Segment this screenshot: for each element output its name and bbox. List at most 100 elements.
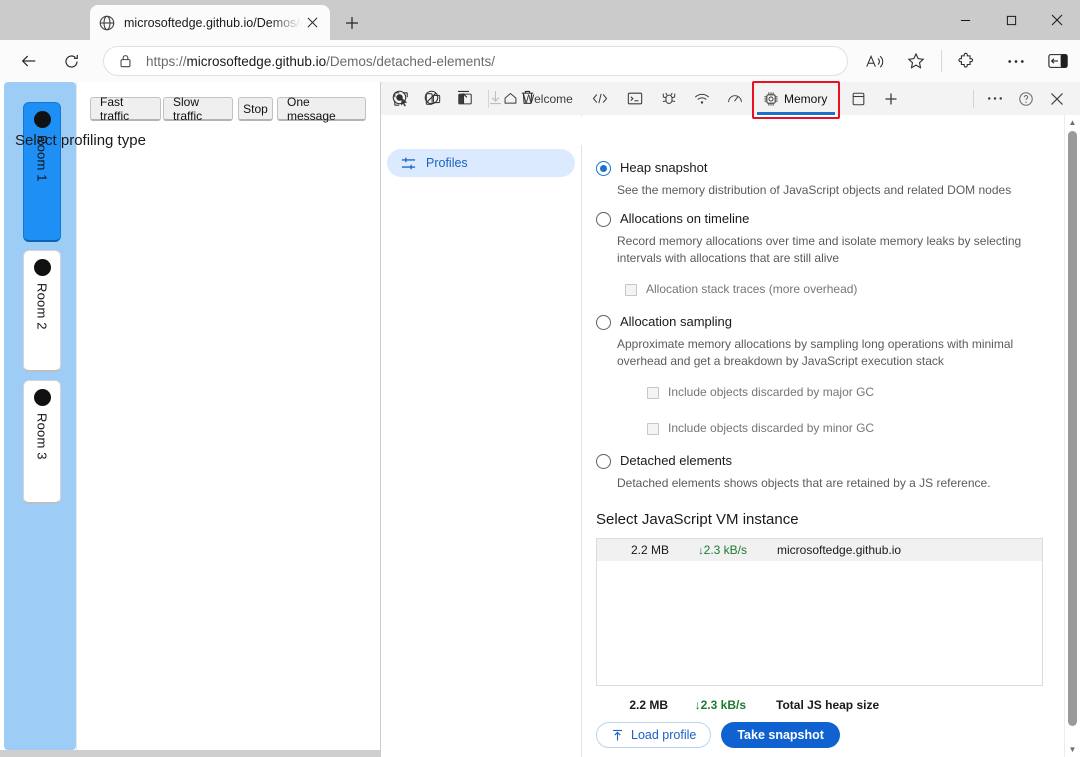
- load-profile-button[interactable]: Load profile: [596, 722, 711, 748]
- toolbar-divider: [941, 50, 942, 72]
- option-allocations-timeline-label: Allocations on timeline: [620, 211, 749, 226]
- gauge-icon: [727, 91, 743, 107]
- browser-tab[interactable]: microsoftedge.github.io/Demos/d: [90, 5, 330, 40]
- tab-memory-label: Memory: [784, 92, 827, 106]
- checkbox-allocation-stack-traces[interactable]: Allocation stack traces (more overhead): [625, 282, 857, 297]
- minimize-icon[interactable]: [942, 0, 988, 40]
- memory-chip-icon: [763, 91, 779, 107]
- radio-allocation-sampling[interactable]: [596, 315, 611, 330]
- radio-heap-snapshot[interactable]: [596, 161, 611, 176]
- page-viewport: Room 1 Room 2 Room 3 Fast traffic Slow t…: [0, 82, 380, 750]
- devtools-scrollbar[interactable]: ▲ ▼: [1064, 115, 1080, 757]
- room-item-3[interactable]: Room 3: [23, 380, 61, 504]
- checkbox-minor-gc-label: Include objects discarded by minor GC: [668, 421, 874, 436]
- load-profile-arrow-icon[interactable]: [451, 86, 475, 108]
- option-heap-snapshot-label: Heap snapshot: [620, 160, 707, 175]
- vm-transfer-rate-value: 2.3 kB/s: [704, 543, 747, 557]
- reload-icon[interactable]: [58, 48, 84, 74]
- console-terminal-icon: [627, 91, 643, 107]
- rooms-rail: Room 1 Room 2 Room 3: [4, 82, 76, 750]
- sidebar-item-profiles-label: Profiles: [426, 156, 468, 170]
- devtools-more-icon[interactable]: [983, 87, 1007, 110]
- add-tool-button[interactable]: [877, 82, 905, 115]
- summary-label: Total JS heap size: [776, 698, 879, 712]
- clear-icon[interactable]: [419, 86, 443, 108]
- puzzle-icon[interactable]: [953, 48, 979, 74]
- delete-trash-icon[interactable]: [515, 86, 539, 108]
- scrollbar-thumb[interactable]: [1068, 131, 1077, 726]
- maximize-icon[interactable]: [988, 0, 1034, 40]
- tab-sources[interactable]: [655, 82, 683, 115]
- read-aloud-icon[interactable]: [861, 48, 887, 74]
- new-tab-button[interactable]: [338, 10, 366, 36]
- tab-performance[interactable]: [721, 82, 749, 115]
- url-path: /Demos/detached-elements/: [326, 54, 495, 69]
- option-allocation-sampling-label: Allocation sampling: [620, 314, 732, 329]
- checkbox-box[interactable]: [625, 284, 637, 296]
- application-icon: [851, 91, 866, 107]
- plus-icon: [884, 91, 898, 107]
- radio-allocations-timeline[interactable]: [596, 212, 611, 227]
- star-icon[interactable]: [903, 48, 929, 74]
- code-brackets-icon: [592, 91, 608, 107]
- load-profile-label: Load profile: [631, 728, 696, 742]
- upload-arrow-icon: [611, 729, 624, 742]
- option-allocation-sampling-description: Approximate memory allocations by sampli…: [617, 336, 1027, 370]
- tab-application[interactable]: [844, 82, 872, 115]
- checkbox-box[interactable]: [647, 423, 659, 435]
- room-label: Room 2: [35, 283, 50, 330]
- checkbox-box[interactable]: [647, 387, 659, 399]
- room-item-2[interactable]: Room 2: [23, 250, 61, 372]
- url-host: microsoftedge.github.io: [187, 54, 327, 69]
- wifi-icon: [694, 91, 710, 107]
- tab-console[interactable]: [621, 82, 649, 115]
- browser-titlebar: microsoftedge.github.io/Demos/d: [0, 0, 1080, 40]
- lock-icon: [112, 54, 138, 68]
- vm-instance-list[interactable]: 2.2 MB ↓2.3 kB/s microsoftedge.github.io: [596, 538, 1043, 686]
- scroll-up-arrow-icon[interactable]: ▲: [1065, 115, 1080, 130]
- one-message-button[interactable]: One message: [277, 97, 366, 121]
- option-allocation-sampling[interactable]: Allocation sampling: [596, 314, 732, 330]
- option-detached-elements-label: Detached elements: [620, 453, 732, 468]
- sliders-icon: [400, 155, 416, 171]
- slow-traffic-button[interactable]: Slow traffic: [163, 97, 233, 121]
- help-icon[interactable]: [1014, 87, 1038, 110]
- take-snapshot-button[interactable]: Take snapshot: [721, 722, 840, 748]
- sidebar-toggle-icon[interactable]: [1045, 48, 1071, 74]
- window-controls: [942, 0, 1080, 40]
- fast-traffic-button[interactable]: Fast traffic: [90, 97, 161, 121]
- tab-close-icon[interactable]: [302, 13, 322, 33]
- checkbox-major-gc-label: Include objects discarded by major GC: [668, 385, 874, 400]
- vm-transfer-rate: ↓2.3 kB/s: [669, 543, 747, 557]
- sidebar-item-profiles[interactable]: Profiles: [387, 149, 575, 177]
- option-allocations-timeline[interactable]: Allocations on timeline: [596, 211, 749, 227]
- devtools-close-icon[interactable]: [1045, 87, 1069, 110]
- summary-transfer-rate-value: 2.3 kB/s: [701, 698, 746, 712]
- stop-button[interactable]: Stop: [238, 97, 273, 121]
- tab-title: microsoftedge.github.io/Demos/d: [124, 16, 302, 30]
- room-item-1[interactable]: Room 1: [23, 102, 61, 242]
- radio-detached-elements[interactable]: [596, 454, 611, 469]
- tab-memory[interactable]: Memory: [755, 82, 837, 115]
- ellipsis-icon[interactable]: [1003, 48, 1029, 74]
- summary-heap-size: 2.2 MB: [596, 698, 668, 712]
- room-avatar-dot: [34, 111, 51, 128]
- vm-host-name: microsoftedge.github.io: [777, 543, 901, 557]
- option-heap-snapshot-description: See the memory distribution of JavaScrip…: [617, 182, 1047, 199]
- tab-elements[interactable]: [586, 82, 614, 115]
- close-icon[interactable]: [1034, 0, 1080, 40]
- scroll-down-arrow-icon[interactable]: ▼: [1065, 742, 1080, 757]
- url-text: https://microsoftedge.github.io/Demos/de…: [146, 54, 495, 69]
- record-icon[interactable]: [387, 86, 411, 108]
- option-heap-snapshot[interactable]: Heap snapshot: [596, 160, 707, 176]
- checkbox-major-gc[interactable]: Include objects discarded by major GC: [647, 385, 874, 400]
- vm-instance-row[interactable]: 2.2 MB ↓2.3 kB/s microsoftedge.github.io: [597, 539, 1042, 561]
- memory-action-buttons: Load profile Take snapshot: [596, 722, 840, 748]
- checkbox-minor-gc[interactable]: Include objects discarded by minor GC: [647, 421, 874, 436]
- back-arrow-icon[interactable]: [16, 48, 42, 74]
- tab-network[interactable]: [688, 82, 716, 115]
- url-scheme: https://: [146, 54, 187, 69]
- room-avatar-dot: [34, 259, 51, 276]
- option-detached-elements[interactable]: Detached elements: [596, 453, 732, 469]
- address-bar[interactable]: https://microsoftedge.github.io/Demos/de…: [103, 46, 848, 76]
